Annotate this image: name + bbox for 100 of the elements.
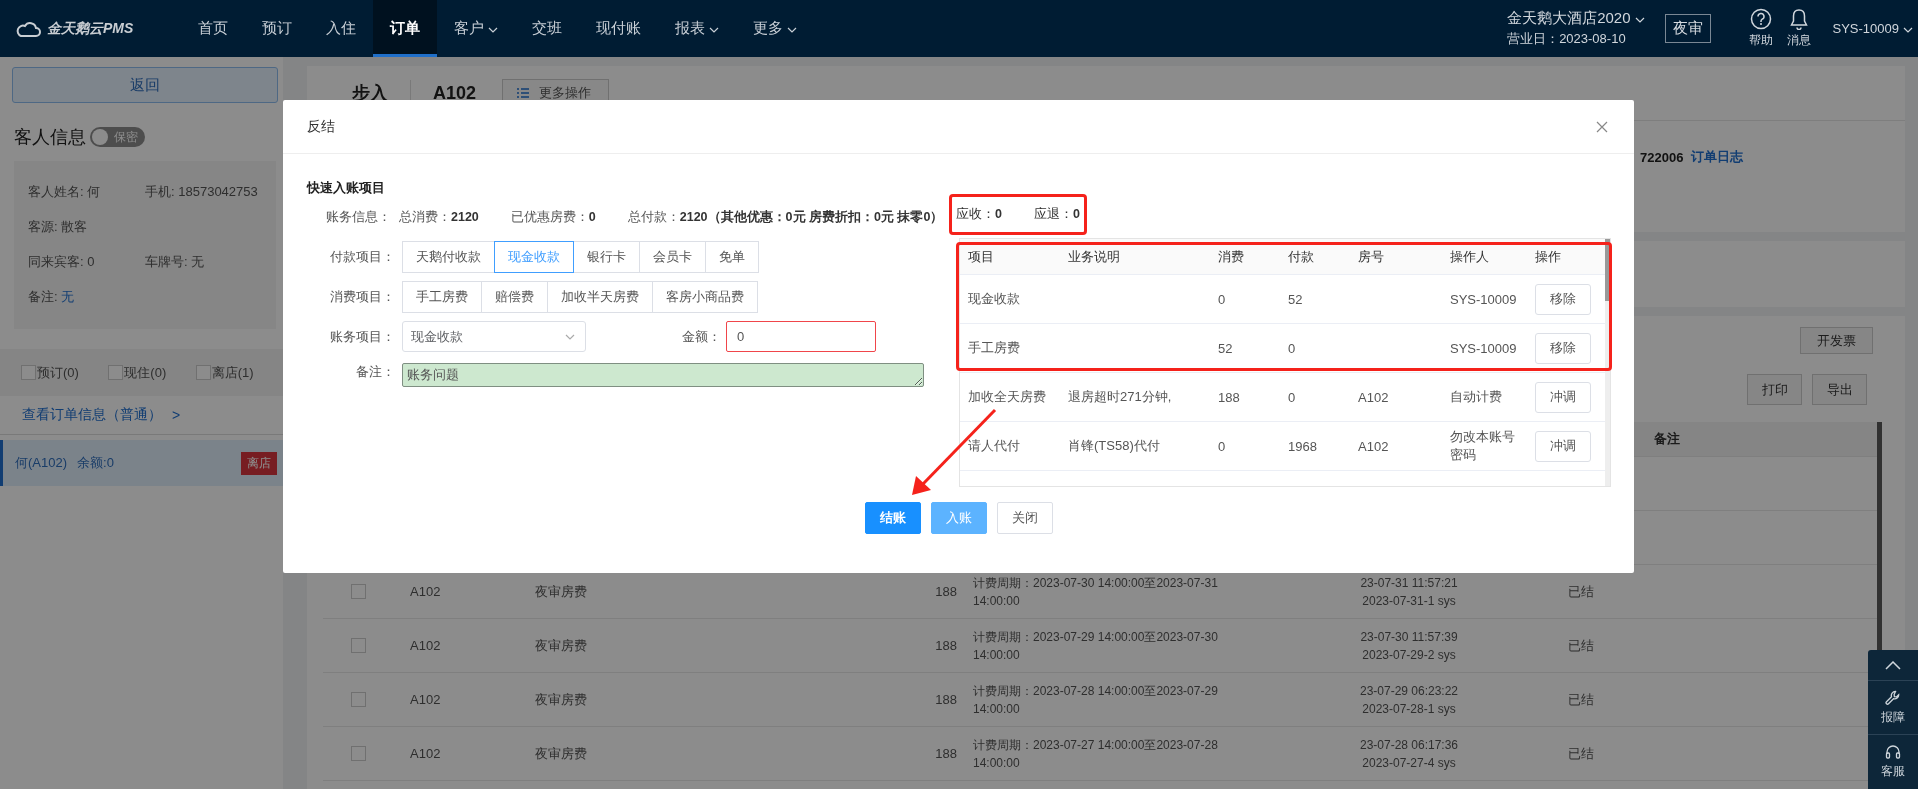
customer-service-button[interactable]: 客服 — [1868, 734, 1918, 788]
table-cell-text: A102 — [409, 746, 442, 761]
table-cell-text: SYS-10009 — [1449, 291, 1518, 307]
dialog-title: 反结 — [307, 117, 335, 136]
option-button[interactable]: 赔偿费 — [481, 281, 548, 313]
nav-tab[interactable]: 现付账 — [579, 0, 658, 57]
chevron-down-icon — [565, 333, 575, 340]
stay-name: 何(A102) — [15, 454, 68, 472]
balance-text: 应退：0 — [1033, 206, 1080, 223]
chevron-up-icon — [1885, 660, 1901, 670]
table-cell-text: 已结 — [1567, 690, 1595, 709]
hotel-selector[interactable]: 金天鹅大酒店2020 — [1507, 9, 1645, 28]
messages-button[interactable]: 消息 — [1786, 8, 1811, 49]
option-button[interactable]: 加收半天房费 — [547, 281, 653, 313]
column-header: 业务说明 — [1067, 247, 1121, 266]
chevron-down-icon — [1903, 26, 1913, 33]
nav-tab[interactable]: 更多 — [736, 0, 814, 57]
table-cell-text: 夜审房费 — [534, 636, 588, 655]
guest-field: 手机: 18573042753 — [145, 182, 262, 201]
table-cell-text: 188 — [934, 584, 958, 599]
print-button[interactable]: 打印 — [1747, 374, 1802, 405]
account-item-select[interactable]: 现金收款 — [402, 321, 586, 352]
table-cell-text: 2023-07-31-1 sys — [1362, 592, 1456, 610]
option-button[interactable]: 银行卡 — [573, 241, 640, 273]
row-action-button[interactable]: 冲调 — [1535, 381, 1591, 413]
table-cell-text: A102 — [1357, 438, 1390, 454]
filter-checkbox[interactable]: 离店(1) — [195, 363, 283, 382]
export-button[interactable]: 导出 — [1812, 374, 1867, 405]
table-cell-text: 手工房费 — [967, 339, 1021, 357]
row-action-button[interactable]: 冲调 — [1535, 430, 1591, 462]
nav-tab[interactable]: 交班 — [515, 0, 579, 57]
field-label: 账务项目： — [329, 327, 395, 346]
table-cell-text: 夜审房费 — [534, 744, 588, 763]
dialog-button[interactable]: 关闭 — [996, 502, 1053, 534]
row-action-button[interactable]: 移除 — [1535, 332, 1591, 364]
report-issue-button[interactable]: 报障 — [1868, 680, 1918, 734]
row-checkbox[interactable] — [350, 692, 366, 707]
amount-field[interactable]: 0 — [726, 321, 876, 352]
nav-tab[interactable]: 入住 — [309, 0, 373, 57]
table-cell-text: 0 — [1287, 389, 1297, 405]
row-checkbox[interactable] — [350, 746, 366, 761]
guest-field: 同来宾客: 0 — [28, 252, 145, 271]
column-header: 备注 — [1653, 430, 1681, 448]
scrollbar-thumb[interactable] — [1605, 239, 1610, 301]
night-audit-button[interactable]: 夜审 — [1664, 14, 1711, 43]
filter-checkbox[interactable]: 预订(0) — [21, 363, 109, 382]
table-cell-text: 计费周期：2023-07-30 14:00:00至2023-07-31 14:00:00 — [973, 574, 1219, 610]
headset-icon — [1885, 743, 1901, 760]
room-number: A102 — [433, 82, 477, 104]
option-button[interactable]: 天鹅付收款 — [402, 241, 495, 273]
field-label: 付款项目： — [329, 248, 395, 266]
stay-balance: 余额:0 — [77, 454, 114, 472]
section-title: 客人信息 — [14, 126, 86, 149]
table-cell-text: 2023-07-28-1 sys — [1362, 700, 1456, 718]
guest-field: 客人姓名: 何 — [28, 182, 145, 201]
cloud-icon — [15, 19, 41, 38]
order-number: 722006 — [1640, 149, 1684, 165]
remark-field[interactable]: 账务问题 — [402, 363, 924, 387]
list-icon — [517, 88, 530, 98]
table-cell-text: 夜审房费 — [534, 690, 588, 709]
filter-checkbox[interactable]: 现住(0) — [108, 363, 196, 382]
table-cell-text: 现金收款 — [967, 290, 1021, 308]
nav-tab[interactable]: 客户 — [437, 0, 515, 57]
account-info-text: 已优惠房费：0 — [510, 209, 596, 226]
row-checkbox[interactable] — [350, 638, 366, 653]
table-cell-text: 23-07-31 11:57:21 — [1360, 574, 1458, 592]
nav-tab[interactable]: 预订 — [245, 0, 309, 57]
info-label: 账务信息： — [326, 209, 391, 226]
nav-tab[interactable]: 订单 — [373, 0, 437, 57]
chevron-down-icon — [1634, 16, 1645, 23]
chevron-glyph: > — [172, 407, 181, 423]
table-cell-text: SYS-10009 — [1449, 340, 1518, 356]
column-header: 付款 — [1287, 247, 1315, 266]
table-cell-text: 勿改本账号密码 — [1449, 428, 1516, 464]
row-checkbox[interactable] — [350, 584, 366, 599]
table-cell-text: A102 — [409, 638, 442, 653]
invoice-button[interactable]: 开发票 — [1800, 327, 1873, 354]
user-menu[interactable]: SYS-10009 — [1832, 21, 1913, 36]
option-button[interactable]: 会员卡 — [639, 241, 706, 273]
table-cell-text: 1968 — [1287, 438, 1318, 454]
table-cell-text: 已结 — [1567, 744, 1595, 763]
guest-field: 客源: 散客 — [28, 217, 145, 236]
field-label: 消费项目： — [329, 288, 395, 306]
nav-tab[interactable]: 报表 — [658, 0, 736, 57]
table-cell-text: 0 — [1217, 291, 1227, 307]
bell-icon — [1788, 8, 1809, 30]
option-button[interactable]: 免单 — [705, 241, 759, 273]
row-action-button[interactable]: 移除 — [1535, 283, 1591, 315]
column-header: 消费 — [1217, 247, 1245, 266]
table-cell-text: 2023-07-29-2 sys — [1362, 646, 1456, 664]
column-header: 操作 — [1534, 247, 1562, 266]
option-button[interactable]: 客房小商品费 — [652, 281, 758, 313]
option-button[interactable]: 手工房费 — [402, 281, 482, 313]
table-cell-text: 自动计费 — [1449, 388, 1503, 406]
help-button[interactable]: 帮助 — [1748, 8, 1773, 49]
table-cell-text: 0 — [1287, 340, 1297, 356]
table-cell-text: 0 — [1217, 438, 1227, 454]
nav-tab[interactable]: 首页 — [181, 0, 245, 57]
business-date: 营业日：2023-08-10 — [1507, 30, 1627, 48]
table-cell-text: 52 — [1287, 291, 1304, 307]
